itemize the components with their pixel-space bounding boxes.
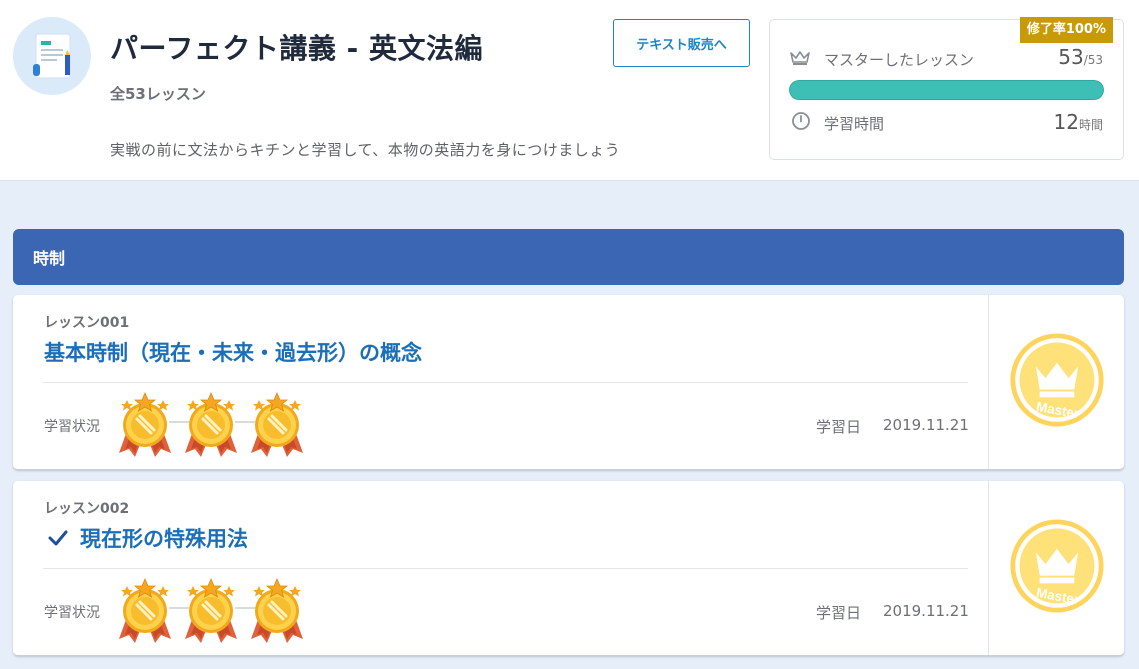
check-icon: [48, 530, 68, 546]
master-badge: Master: [988, 295, 1124, 469]
progress-card: 修了率100% マスターしたレッスン 53/53 学習時間 12時間: [769, 17, 1124, 160]
study-status-label: 学習状況: [44, 419, 100, 435]
gold-medal-icon: [245, 391, 309, 457]
lesson-title-text: 現在形の特殊用法: [80, 527, 248, 551]
gold-medal-icon: [113, 577, 177, 643]
clock-icon: [792, 112, 810, 130]
study-time-label: 学習時間: [824, 115, 885, 133]
medals: [113, 391, 313, 457]
master-seal: Master: [1009, 332, 1105, 432]
section-header-tense: 時制: [13, 229, 1124, 285]
divider: [43, 568, 968, 569]
gold-medal-icon: [113, 391, 177, 457]
mastered-count: 53: [1058, 45, 1084, 69]
lesson-card[interactable]: レッスン002 現在形の特殊用法 学習状況 学習日 2019.11.21 Mas…: [13, 481, 1124, 656]
study-time-number: 12: [1053, 110, 1079, 134]
gold-medal-icon: [179, 577, 243, 643]
study-status-label: 学習状況: [44, 605, 100, 621]
mastery-progress-fill: [789, 80, 1104, 100]
study-date-label: 学習日: [816, 604, 862, 622]
lesson-count: 全53レッスン: [110, 85, 206, 103]
completion-rate-badge: 修了率100%: [1019, 17, 1113, 43]
study-time-value: 12時間: [1054, 110, 1103, 134]
mastery-progress-bar: [789, 80, 1104, 100]
mastered-lessons-label: マスターしたレッスン: [824, 51, 975, 69]
lesson-number: レッスン001: [44, 315, 130, 331]
lesson-title-text: 基本時制（現在・未来・過去形）の概念: [44, 341, 422, 365]
lesson-main: レッスン002 現在形の特殊用法 学習状況 学習日 2019.11.21: [13, 481, 988, 655]
gold-medal-icon: [245, 577, 309, 643]
master-badge: Master: [988, 481, 1124, 655]
lesson-title-link[interactable]: 基本時制（現在・未来・過去形）の概念: [44, 337, 422, 367]
text-sale-button[interactable]: テキスト販売へ: [613, 19, 750, 67]
course-title: パーフェクト講義 - 英文法編: [110, 32, 483, 65]
divider: [43, 382, 968, 383]
lesson-card[interactable]: レッスン001 基本時制（現在・未来・過去形）の概念 学習状況 学習日 2019…: [13, 295, 1124, 470]
study-date-label: 学習日: [816, 418, 862, 436]
lesson-number: レッスン002: [44, 501, 130, 517]
course-header: パーフェクト講義 - 英文法編 全53レッスン 実戦の前に文法からキチンと学習し…: [0, 0, 1139, 181]
gold-medal-icon: [179, 391, 243, 457]
study-date: 2019.11.21: [883, 416, 969, 434]
lesson-main: レッスン001 基本時制（現在・未来・過去形）の概念 学習状況 学習日 2019…: [13, 295, 988, 469]
study-date: 2019.11.21: [883, 602, 969, 620]
course-description: 実戦の前に文法からキチンと学習して、本物の英語力を身につけましょう: [110, 141, 621, 159]
lesson-title-link[interactable]: 現在形の特殊用法: [44, 523, 248, 553]
crown-icon: [790, 51, 810, 65]
study-time-unit: 時間: [1078, 118, 1103, 132]
mastered-total: /53: [1083, 53, 1103, 67]
master-seal: Master: [1009, 518, 1105, 618]
mastered-lessons-value: 53/53: [1058, 45, 1103, 69]
course-document-icon: [13, 17, 91, 95]
medals: [113, 577, 313, 643]
